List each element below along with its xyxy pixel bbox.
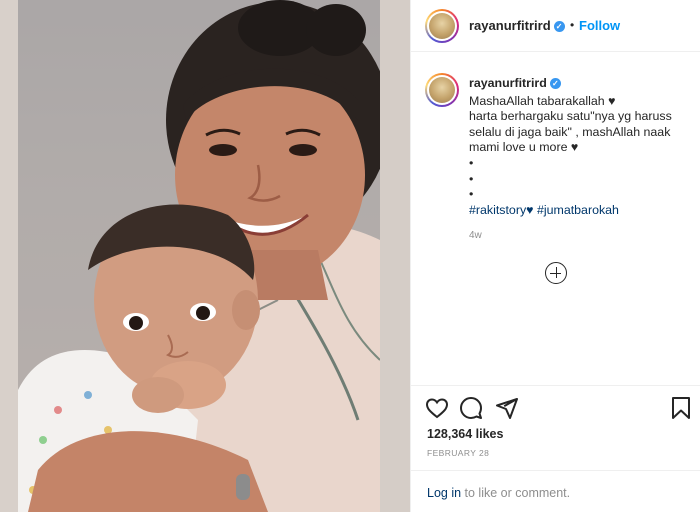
- post-date: FEBRUARY 28: [427, 448, 490, 458]
- verified-badge-icon: ✓: [553, 21, 565, 32]
- username-link[interactable]: rayanurfitrird ✓: [469, 18, 565, 33]
- avatar-ring: [427, 11, 457, 41]
- separator-dot: •: [570, 18, 575, 32]
- post-caption: rayanurfitrird ✓ MashaAllah tabarakallah …: [469, 76, 689, 218]
- hashtag-link[interactable]: #rakitstory♥: [469, 203, 534, 217]
- avatar-ring: [427, 75, 457, 105]
- username-text: rayanurfitrird: [469, 18, 551, 33]
- comment-icon[interactable]: [459, 396, 483, 420]
- caption-avatar[interactable]: [425, 73, 459, 107]
- caption-username-link[interactable]: rayanurfitrird ✓: [469, 76, 689, 92]
- caption-hashtags: #rakitstory♥ #jumatbarokah: [469, 203, 689, 219]
- login-bar: Log in to like or comment.: [411, 470, 700, 512]
- login-prompt-text: to like or comment.: [461, 486, 571, 500]
- caption-line: •: [469, 155, 474, 170]
- action-bar: 128,364 likes FEBRUARY 28: [411, 385, 700, 458]
- login-prompt: Log in to like or comment.: [427, 486, 570, 500]
- caption-time: 4w: [469, 230, 482, 241]
- post-header: rayanurfitrird ✓ • Follow: [411, 0, 700, 52]
- share-icon[interactable]: [495, 396, 519, 420]
- caption-line: selalu di jaga baik" , mashAllah naak: [469, 124, 671, 139]
- post-image[interactable]: [0, 0, 410, 512]
- image-border-right: [380, 0, 410, 512]
- caption-line: mami love u more ♥: [469, 140, 579, 155]
- caption-line: MashaAllah tabarakallah ♥: [469, 93, 616, 108]
- post-side-panel: rayanurfitrird ✓ • Follow rayanurfitrird ✓…: [410, 0, 700, 512]
- plus-circle-icon[interactable]: [545, 262, 567, 284]
- caption-line: harta berhargaku satu"nya yg haruss: [469, 109, 672, 124]
- bookmark-icon[interactable]: [669, 396, 693, 420]
- avatar-image: [429, 77, 455, 103]
- avatar-image: [429, 13, 455, 39]
- caption-username-text: rayanurfitrird: [469, 76, 547, 90]
- caption-line: •: [469, 187, 474, 202]
- user-avatar[interactable]: [425, 9, 459, 43]
- image-border-left: [0, 0, 18, 512]
- login-link[interactable]: Log in: [427, 486, 461, 500]
- likes-count[interactable]: 128,364 likes: [427, 427, 503, 441]
- verified-badge-icon: ✓: [549, 78, 561, 89]
- hashtag-link[interactable]: #jumatbarokah: [537, 203, 619, 217]
- selfie-photo: [18, 0, 380, 512]
- caption-line: •: [469, 171, 474, 186]
- heart-icon[interactable]: [425, 396, 449, 420]
- follow-button[interactable]: Follow: [579, 18, 620, 33]
